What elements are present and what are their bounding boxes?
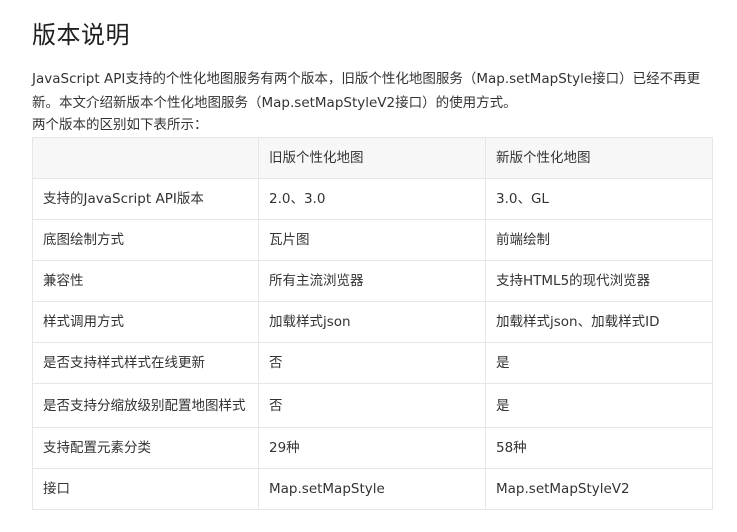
new-version-cell: Map.setMapStyleV2 xyxy=(485,468,713,510)
table-row: 样式调用方式 加载样式json 加载样式json、加载样式ID xyxy=(32,301,713,343)
old-version-cell: 瓦片图 xyxy=(258,219,486,261)
feature-cell: 支持的JavaScript API版本 xyxy=(32,178,259,220)
old-version-cell: Map.setMapStyle xyxy=(258,468,486,510)
table-row: 是否支持分缩放级别配置地图样式 否 是 xyxy=(32,383,713,428)
header-cell-feature xyxy=(32,137,259,179)
old-version-cell: 否 xyxy=(258,342,486,384)
old-version-cell: 否 xyxy=(258,383,486,428)
new-version-cell: 是 xyxy=(485,342,713,384)
new-version-cell: 支持HTML5的现代浏览器 xyxy=(485,260,713,302)
document-page: 版本说明 JavaScript API支持的个性化地图服务有两个版本，旧版个性化… xyxy=(32,0,713,510)
old-version-cell: 2.0、3.0 xyxy=(258,178,486,220)
table-row: 是否支持样式样式在线更新 否 是 xyxy=(32,342,713,384)
old-version-cell: 加载样式json xyxy=(258,301,486,343)
new-version-cell: 前端绘制 xyxy=(485,219,713,261)
feature-cell: 样式调用方式 xyxy=(32,301,259,343)
page-title: 版本说明 xyxy=(32,21,130,49)
feature-cell: 底图绘制方式 xyxy=(32,219,259,261)
feature-cell: 是否支持分缩放级别配置地图样式 xyxy=(32,383,259,428)
new-version-cell: 加载样式json、加载样式ID xyxy=(485,301,713,343)
table-row: 支持配置元素分类 29种 58种 xyxy=(32,427,713,469)
table-row: 支持的JavaScript API版本 2.0、3.0 3.0、GL xyxy=(32,178,713,220)
table-row: 底图绘制方式 瓦片图 前端绘制 xyxy=(32,219,713,261)
new-version-cell: 3.0、GL xyxy=(485,178,713,220)
new-version-cell: 是 xyxy=(485,383,713,428)
feature-cell: 接口 xyxy=(32,468,259,510)
table-header-row: 旧版个性化地图 新版个性化地图 xyxy=(32,137,713,179)
intro-paragraph: JavaScript API支持的个性化地图服务有两个版本，旧版个性化地图服务（… xyxy=(32,71,701,111)
feature-cell: 是否支持样式样式在线更新 xyxy=(32,342,259,384)
old-version-cell: 29种 xyxy=(258,427,486,469)
old-version-cell: 所有主流浏览器 xyxy=(258,260,486,302)
new-version-cell: 58种 xyxy=(485,427,713,469)
table-caption: 两个版本的区别如下表所示： xyxy=(32,117,208,133)
version-comparison-table: 旧版个性化地图 新版个性化地图 支持的JavaScript API版本 2.0、… xyxy=(32,137,713,510)
feature-cell: 支持配置元素分类 xyxy=(32,427,259,469)
header-cell-new-version: 新版个性化地图 xyxy=(485,137,713,179)
intro-section: JavaScript API支持的个性化地图服务有两个版本，旧版个性化地图服务（… xyxy=(32,67,712,115)
feature-cell: 兼容性 xyxy=(32,260,259,302)
table-row: 兼容性 所有主流浏览器 支持HTML5的现代浏览器 xyxy=(32,260,713,302)
header-cell-old-version: 旧版个性化地图 xyxy=(258,137,486,179)
table-row: 接口 Map.setMapStyle Map.setMapStyleV2 xyxy=(32,468,713,510)
